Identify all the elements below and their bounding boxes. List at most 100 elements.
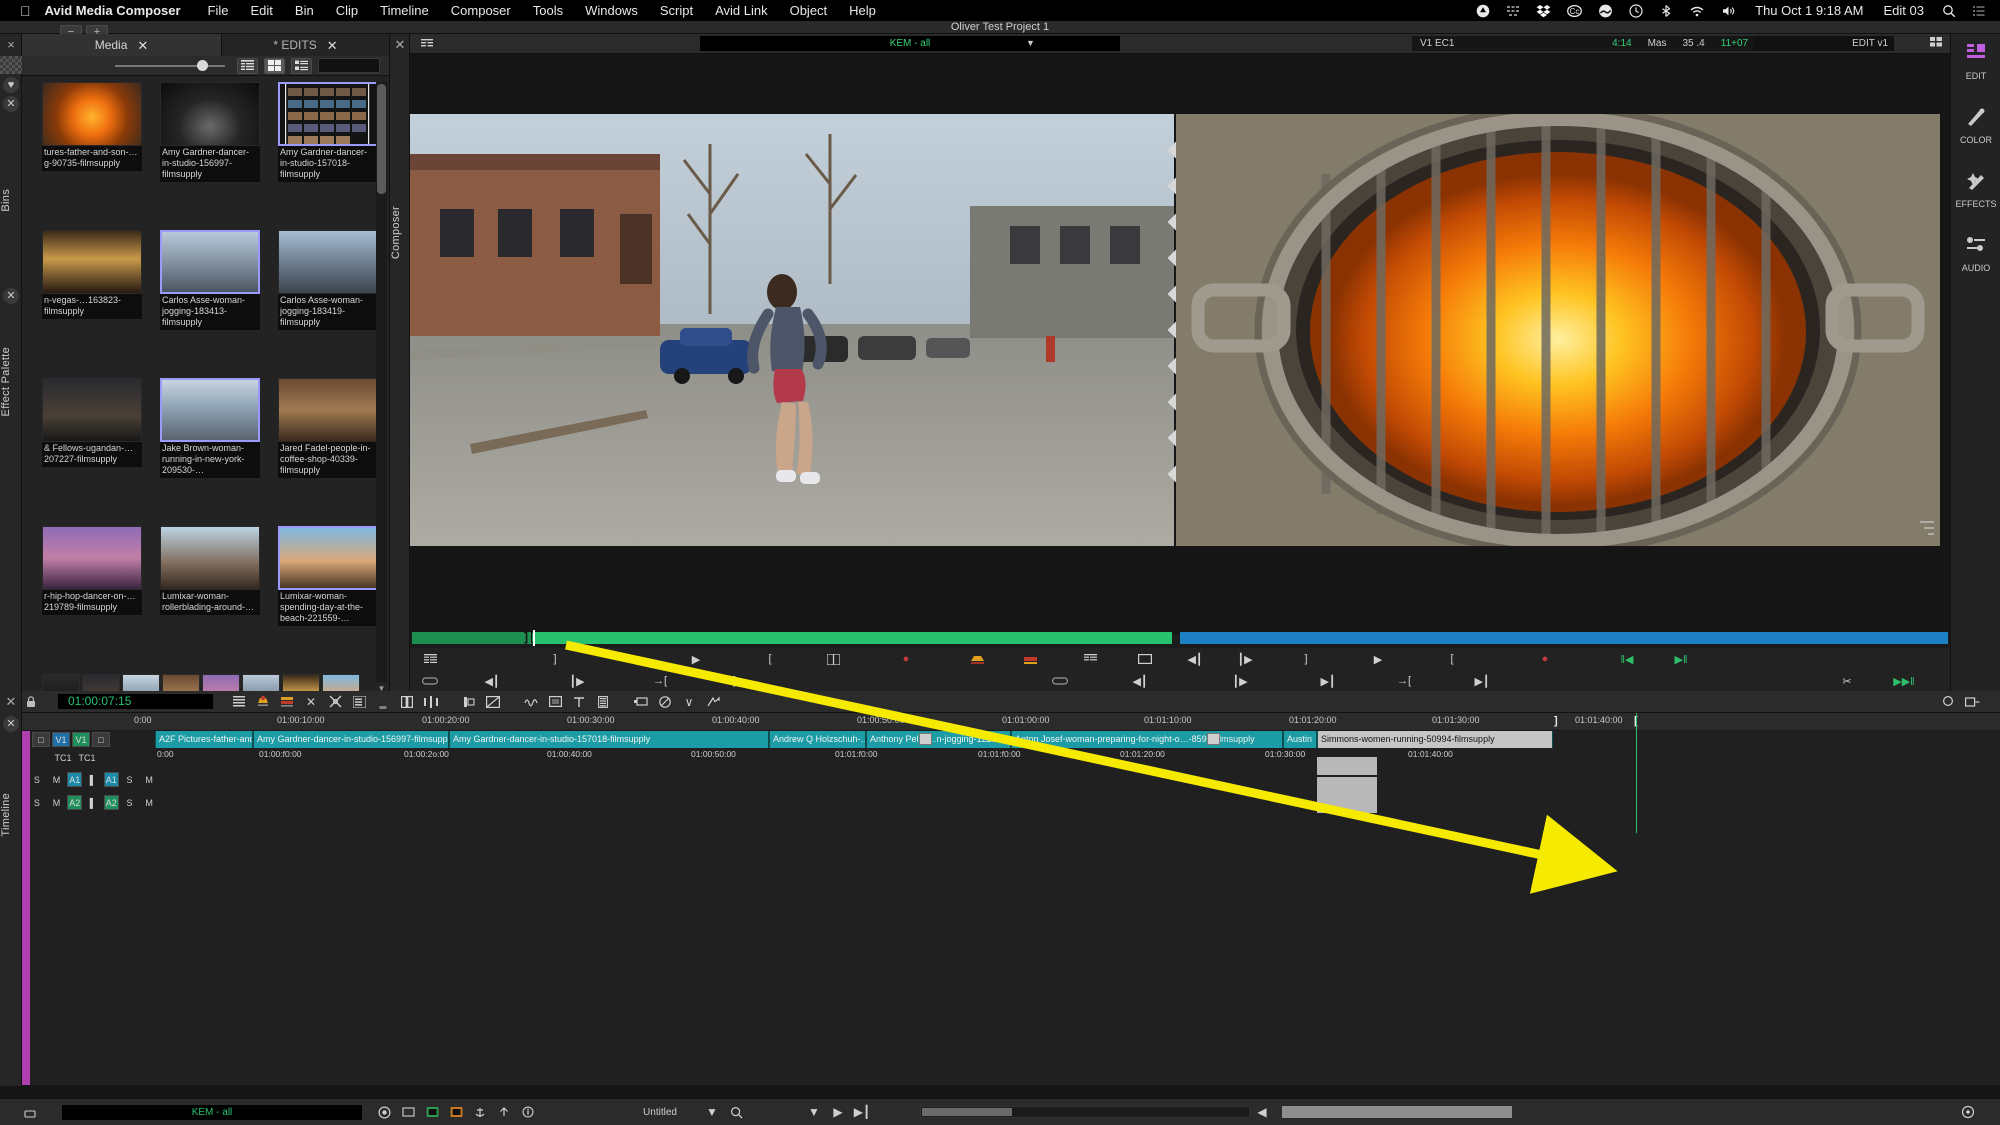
timeline-clip-frame-icon[interactable]	[543, 693, 567, 711]
menu-item-clip[interactable]: Clip	[325, 3, 369, 18]
a1-solo-label[interactable]: S	[28, 775, 46, 785]
record-frame-icon[interactable]	[1120, 650, 1170, 668]
source-go-to-out-icon[interactable]: ]→	[700, 672, 780, 690]
bottom-up-arrow-icon[interactable]	[492, 1103, 516, 1121]
bin-clip-5[interactable]: Carlos Asse-woman-jogging-183419-filmsup…	[278, 230, 378, 330]
composer-edit-version[interactable]: EDIT v1	[1754, 36, 1894, 51]
app-name-label[interactable]: Avid Media Composer	[45, 3, 197, 18]
timeline-ruler[interactable]: 0:00 01:00:10:00 01:00:20:00 01:00:30:00…	[22, 713, 2000, 731]
record-play-in-out-icon[interactable]: ▶┃	[1290, 672, 1366, 690]
bottom-lock-icon[interactable]	[18, 1103, 42, 1121]
timeline-position-indicator[interactable]	[1636, 713, 1637, 833]
timeline-film-icon[interactable]	[591, 693, 615, 711]
composer-layout-grid-icon[interactable]	[1930, 37, 1942, 50]
timeline-clip-7[interactable]: Simmons-women-running-50994-filmsupply	[1317, 731, 1553, 748]
bin-scrollbar-thumb[interactable]	[377, 84, 386, 194]
timeline-lock-icon[interactable]	[22, 693, 40, 711]
bottom-scrollbar[interactable]	[920, 1106, 1250, 1118]
source-go-to-in-icon[interactable]: →[	[620, 672, 700, 690]
v1-record-track-button[interactable]: V1	[72, 732, 90, 747]
record-quality-out-icon[interactable]: ▶‖	[1654, 650, 1708, 668]
timeline-splice-icon[interactable]	[419, 693, 443, 711]
composer-grid-icon[interactable]	[416, 36, 438, 52]
bottom-caret-down-icon-2[interactable]: ▼	[802, 1103, 826, 1121]
timeline-text-view-icon[interactable]	[227, 693, 251, 711]
timeline-title-icon[interactable]	[567, 693, 591, 711]
workspace-edit[interactable]: EDIT	[1951, 42, 2000, 81]
favorite-icon[interactable]: ♥	[3, 77, 19, 93]
source-grid-icon[interactable]	[410, 650, 450, 668]
left-rail-bins-label[interactable]: Bins	[0, 189, 22, 212]
timeline-clip-3[interactable]: Andrew Q Holzschuh-…	[769, 731, 866, 748]
timeline-effect-mode-icon[interactable]	[481, 693, 505, 711]
bin-clip-9[interactable]: r-hip-hop-dancer-on-…219789-filmsupply	[42, 526, 142, 615]
frame-view-icon[interactable]	[264, 57, 285, 74]
timeline-clip-1[interactable]: Amy Gardner-dancer-in-studio-156997-film…	[253, 731, 449, 748]
grid-icon[interactable]	[1498, 4, 1528, 18]
record-mark-in-bracket-icon[interactable]: [	[1414, 650, 1490, 668]
timeline-motion-icon[interactable]	[701, 693, 725, 711]
bin-clip-0-thumbnail[interactable]	[42, 82, 142, 146]
effects-close-icon[interactable]: ✕	[3, 288, 19, 304]
a2-mute-label-2[interactable]: M	[140, 798, 158, 808]
timeline-clip-6[interactable]: Austin	[1283, 731, 1317, 748]
timeline-overwrite-icon[interactable]	[395, 693, 419, 711]
menu-item-help[interactable]: Help	[838, 3, 887, 18]
menu-item-script[interactable]: Script	[649, 3, 704, 18]
bin-clip-8[interactable]: Jared Fadel-people-in-coffee-shop-40339-…	[278, 378, 378, 478]
timeline-v1-track[interactable]: A2F Pictures-father-and-son-t… Amy Gardn…	[155, 731, 1995, 748]
timeline-color-a-icon[interactable]	[251, 693, 275, 711]
menu-item-tools[interactable]: Tools	[522, 3, 574, 18]
bin-clip-10[interactable]: Lumixar-woman-rollerblading-around-…	[160, 526, 260, 615]
bottom-green-icon[interactable]	[420, 1103, 444, 1121]
a2-solo-label[interactable]: S	[28, 798, 46, 808]
thumbnail-size-slider[interactable]	[115, 59, 225, 73]
bin-clip-1-thumbnail[interactable]	[160, 82, 260, 146]
timeline-color-b-icon[interactable]	[275, 693, 299, 711]
record-monitor[interactable]	[1176, 114, 1940, 546]
bottom-info-icon[interactable]	[516, 1103, 540, 1121]
a1-mute-label-2[interactable]: M	[140, 775, 158, 785]
bin-clip-3[interactable]: n-vegas-…163823-filmsupply	[42, 230, 142, 319]
timeline-add-edit-icon[interactable]	[629, 693, 653, 711]
source-mark-clip-icon[interactable]	[808, 650, 858, 668]
source-lift-icon[interactable]	[954, 650, 1000, 668]
menu-item-file[interactable]: File	[197, 3, 240, 18]
track-head-a2[interactable]: S M A2 ▌ A2 S M	[28, 794, 158, 811]
timeline-clip-5-transition-icon[interactable]	[1207, 733, 1220, 745]
timeline-clip-4-transition-icon[interactable]	[919, 733, 932, 745]
menu-item-edit[interactable]: Edit	[240, 3, 284, 18]
record-next-edit-icon[interactable]: ┃▶	[1190, 672, 1290, 690]
timeline-audio-waveform-icon[interactable]	[519, 693, 543, 711]
a1-source-track-button[interactable]: A1	[67, 772, 83, 787]
bin-clip-11[interactable]: Lumixar-woman-spending-day-at-the-beach-…	[278, 526, 378, 626]
composer-rail-label[interactable]: Composer	[390, 206, 410, 259]
bin-clip-8-thumbnail[interactable]	[278, 378, 378, 442]
ruler-mark-out-icon[interactable]: ]	[1554, 715, 1558, 727]
timeline-trim-icon[interactable]	[323, 693, 347, 711]
source-next-edit-icon[interactable]: ┃▶	[534, 672, 620, 690]
slider-knob[interactable]	[197, 59, 208, 71]
record-prev-edit-icon[interactable]: ◀┃	[1090, 672, 1190, 690]
track-head-v1[interactable]: □ V1 V1 □	[32, 731, 150, 748]
source-play-icon[interactable]: ▶	[660, 650, 732, 668]
record-step-forward-icon[interactable]: ┃▶	[1220, 650, 1270, 668]
wifi-icon[interactable]	[1681, 4, 1713, 18]
bin-tab-edits[interactable]: * EDITS ✕	[222, 34, 389, 56]
bin-scrollbar[interactable]	[376, 82, 387, 682]
source-monitor[interactable]	[410, 114, 1174, 546]
bottom-play-icon[interactable]: ▶	[826, 1103, 850, 1121]
menubar-user[interactable]: Edit 03	[1874, 3, 1934, 18]
bottom-next-icon[interactable]: ▶┃	[850, 1103, 874, 1121]
creative-cloud-icon[interactable]: Cc	[1559, 4, 1590, 18]
bin-clip-7[interactable]: Jake Brown-woman-running-in-new-york-209…	[160, 378, 260, 478]
dropbox-icon[interactable]	[1528, 4, 1559, 18]
bluetooth-icon[interactable]	[1651, 4, 1681, 18]
composer-close-icon[interactable]: ✕	[390, 34, 410, 56]
bin-clip-0[interactable]: tures-father-and-son-…g-90735-filmsupply	[42, 82, 142, 171]
timeline-rail-label[interactable]: Timeline	[0, 793, 22, 837]
source-position-indicator[interactable]	[533, 630, 535, 646]
v1-source-track-button[interactable]: V1	[52, 732, 70, 747]
bin-clip-1[interactable]: Amy Gardner-dancer-in-studio-156997-film…	[160, 82, 260, 182]
bin-search-input[interactable]	[318, 58, 380, 73]
